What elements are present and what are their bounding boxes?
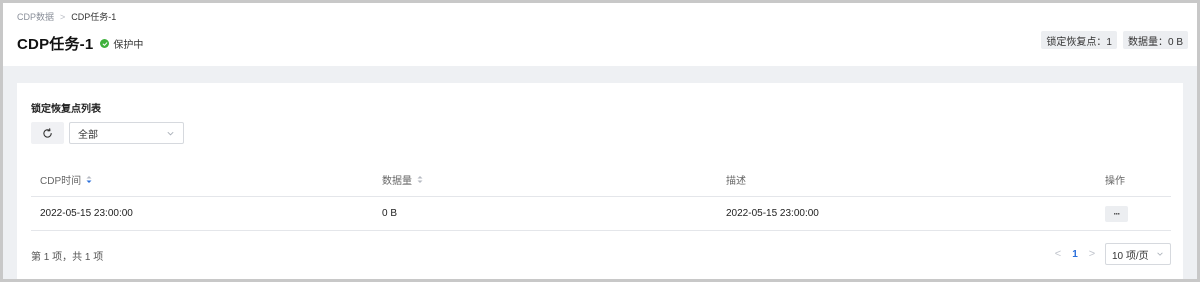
locked-points-table: CDP时间 数据量 描述 操作 2022-05-15 23:00:00 0 B … — [31, 163, 1171, 231]
page-number-button[interactable]: 1 — [1067, 249, 1083, 260]
filter-select[interactable]: 全部 — [69, 122, 184, 144]
more-actions-button[interactable]: ··· — [1105, 205, 1128, 222]
breadcrumb: CDP数据 > CDP任务-1 — [17, 10, 116, 23]
page-size-value: 10 项/页 — [1112, 250, 1149, 262]
sort-icon[interactable] — [417, 175, 423, 184]
check-circle-icon — [100, 39, 110, 48]
chevron-down-icon — [1157, 252, 1163, 256]
breadcrumb-current: CDP任务-1 — [71, 12, 117, 22]
status-label: 保护中 — [113, 40, 144, 51]
sort-desc-icon[interactable] — [86, 175, 92, 184]
cell-description: 2022-05-15 23:00:00 — [726, 208, 819, 219]
chevron-down-icon — [167, 131, 174, 136]
table-row: 2022-05-15 23:00:00 0 B 2022-05-15 23:00… — [31, 197, 1171, 231]
column-header-time[interactable]: CDP时间 — [40, 163, 92, 196]
filter-select-value: 全部 — [78, 129, 98, 141]
table-header: CDP时间 数据量 描述 操作 — [31, 163, 1171, 197]
breadcrumb-parent[interactable]: CDP数据 — [17, 10, 54, 23]
column-header-actions: 操作 — [1105, 176, 1125, 187]
locked-points-card: 锁定恢复点列表 全部 CDP时间 数据量 描述 操作 2022-05-15 23… — [17, 83, 1183, 279]
refresh-button[interactable] — [31, 122, 64, 144]
pagination-total: 第 1 项，共 1 项 — [31, 252, 104, 263]
app-frame: CDP数据 > CDP任务-1 CDP任务-1 保护中 锁定恢复点：1 数据量：… — [3, 3, 1197, 279]
more-icon: ··· — [1113, 208, 1121, 219]
refresh-icon — [43, 127, 52, 138]
page-title: CDP任务-1 — [17, 36, 94, 53]
page-size-select[interactable]: 10 项/页 — [1105, 243, 1171, 265]
table-footer: 第 1 项，共 1 项 < 1 > 10 项/页 — [31, 242, 1171, 266]
status-badge: 保护中 — [100, 36, 143, 51]
data-size-stat: 数据量：0 B — [1122, 31, 1188, 49]
locked-points-stat: 锁定恢复点：1 — [1041, 31, 1117, 49]
prev-page-button[interactable]: < — [1051, 248, 1065, 260]
column-header-description: 描述 — [726, 176, 746, 187]
card-title: 锁定恢复点列表 — [31, 104, 101, 115]
column-header-size[interactable]: 数据量 — [382, 163, 423, 196]
title-row: CDP任务-1 保护中 — [17, 33, 143, 54]
cell-time: 2022-05-15 23:00:00 — [40, 208, 133, 219]
cell-actions: ··· — [1105, 197, 1128, 230]
pagination: < 1 > 10 项/页 — [1051, 242, 1171, 266]
page-header: CDP数据 > CDP任务-1 CDP任务-1 保护中 锁定恢复点：1 数据量：… — [3, 3, 1197, 66]
breadcrumb-separator: > — [60, 11, 66, 22]
next-page-button[interactable]: > — [1085, 248, 1099, 260]
cell-size: 0 B — [382, 208, 398, 219]
stats-group: 锁定恢复点：1 数据量：0 B — [1041, 31, 1188, 49]
